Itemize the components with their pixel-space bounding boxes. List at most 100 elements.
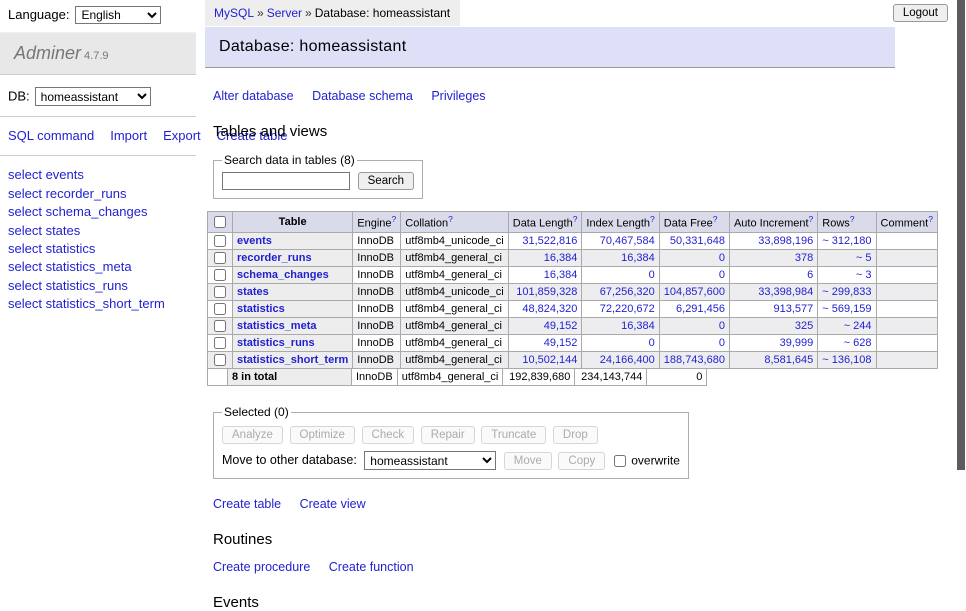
create-table-link[interactable]: Create table <box>213 497 281 511</box>
privileges-link[interactable]: Privileges <box>431 89 485 103</box>
index-length-link[interactable]: 16,384 <box>621 320 655 332</box>
index-length-link[interactable]: 67,256,320 <box>600 286 655 298</box>
sidebar-item-select-statistics[interactable]: select statistics <box>8 240 188 258</box>
rows-count-link[interactable]: ~ 136,108 <box>822 354 871 366</box>
data-free-link[interactable]: 6,291,456 <box>676 303 725 315</box>
index-length-link[interactable]: 24,166,400 <box>600 354 655 366</box>
rows-count-link[interactable]: ~ 312,180 <box>822 235 871 247</box>
table-link[interactable]: events <box>237 235 272 247</box>
auto-increment-link[interactable]: 33,898,196 <box>758 235 813 247</box>
index-length-link[interactable]: 16,384 <box>621 252 655 264</box>
row-checkbox[interactable] <box>214 303 226 315</box>
row-checkbox[interactable] <box>214 235 226 247</box>
row-checkbox[interactable] <box>214 354 226 366</box>
index-length-link[interactable]: 70,467,584 <box>600 235 655 247</box>
breadcrumb-server-link[interactable]: Server <box>267 6 302 20</box>
data-length-link[interactable]: 31,522,816 <box>522 235 577 247</box>
sidebar-item-select-statistics-meta[interactable]: select statistics_meta <box>8 258 188 276</box>
vertical-scrollbar-thumb[interactable] <box>957 0 965 470</box>
sidebar-sql-command-link[interactable]: SQL command <box>8 128 94 143</box>
data-free-link[interactable]: 0 <box>719 337 725 349</box>
data-free-link[interactable]: 0 <box>719 252 725 264</box>
index-length-link[interactable]: 0 <box>649 269 655 281</box>
help-icon[interactable]: ? <box>448 214 453 224</box>
database-schema-link[interactable]: Database schema <box>312 89 413 103</box>
move-database-select[interactable]: homeassistant <box>364 451 496 470</box>
help-icon[interactable]: ? <box>650 214 655 224</box>
sidebar-export-link[interactable]: Export <box>163 128 201 143</box>
rows-count-link[interactable]: ~ 569,159 <box>822 303 871 315</box>
breadcrumb-mysql-link[interactable]: MySQL <box>214 6 254 20</box>
sidebar-item-select-statistics-short-term[interactable]: select statistics_short_term <box>8 295 188 313</box>
db-select[interactable]: homeassistant <box>35 87 151 106</box>
rows-count-link[interactable]: ~ 244 <box>844 320 872 332</box>
auto-increment-link[interactable]: 33,398,984 <box>758 286 813 298</box>
move-button[interactable]: Move <box>504 452 552 470</box>
index-length-link[interactable]: 72,220,672 <box>600 303 655 315</box>
table-link[interactable]: statistics_meta <box>237 320 317 332</box>
rows-count-link[interactable]: ~ 3 <box>856 269 872 281</box>
help-icon[interactable]: ? <box>713 214 718 224</box>
data-free-link[interactable]: 50,331,648 <box>670 235 725 247</box>
help-icon[interactable]: ? <box>928 214 933 224</box>
help-icon[interactable]: ? <box>573 214 578 224</box>
truncate-button[interactable]: Truncate <box>481 426 546 444</box>
auto-increment-link[interactable]: 8,581,645 <box>764 354 813 366</box>
data-free-link[interactable]: 0 <box>719 269 725 281</box>
drop-button[interactable]: Drop <box>553 426 598 444</box>
table-link[interactable]: statistics_short_term <box>237 354 348 366</box>
row-checkbox[interactable] <box>214 269 226 281</box>
sidebar-item-select-events[interactable]: select events <box>8 166 188 184</box>
data-length-link[interactable]: 101,859,328 <box>516 286 577 298</box>
data-free-link[interactable]: 188,743,680 <box>664 354 725 366</box>
data-free-link[interactable]: 0 <box>719 320 725 332</box>
sidebar-item-select-recorder-runs[interactable]: select recorder_runs <box>8 185 188 203</box>
check-button[interactable]: Check <box>362 426 415 444</box>
table-link[interactable]: statistics_runs <box>237 337 315 349</box>
table-link[interactable]: statistics <box>237 303 285 315</box>
auto-increment-link[interactable]: 6 <box>807 269 813 281</box>
language-select[interactable]: English <box>75 6 161 24</box>
select-all-checkbox[interactable] <box>214 216 226 228</box>
data-free-link[interactable]: 104,857,600 <box>664 286 725 298</box>
auto-increment-link[interactable]: 325 <box>795 320 813 332</box>
sidebar-item-select-statistics-runs[interactable]: select statistics_runs <box>8 277 188 295</box>
sidebar-item-select-schema-changes[interactable]: select schema_changes <box>8 203 188 221</box>
app-version[interactable]: 4.7.9 <box>84 50 108 62</box>
table-link[interactable]: states <box>237 286 269 298</box>
data-length-link[interactable]: 16,384 <box>544 252 578 264</box>
row-checkbox[interactable] <box>214 252 226 264</box>
auto-increment-link[interactable]: 378 <box>795 252 813 264</box>
rows-count-link[interactable]: ~ 5 <box>856 252 872 264</box>
rows-count-link[interactable]: ~ 299,833 <box>822 286 871 298</box>
copy-button[interactable]: Copy <box>558 452 605 470</box>
create-procedure-link[interactable]: Create procedure <box>213 560 310 574</box>
sidebar-import-link[interactable]: Import <box>110 128 147 143</box>
auto-increment-link[interactable]: 39,999 <box>780 337 814 349</box>
create-function-link[interactable]: Create function <box>329 560 414 574</box>
app-name[interactable]: Adminer <box>14 43 81 63</box>
row-checkbox[interactable] <box>214 286 226 298</box>
optimize-button[interactable]: Optimize <box>290 426 355 444</box>
rows-count-link[interactable]: ~ 628 <box>844 337 872 349</box>
auto-increment-link[interactable]: 913,577 <box>774 303 814 315</box>
repair-button[interactable]: Repair <box>421 426 475 444</box>
table-link[interactable]: recorder_runs <box>237 252 312 264</box>
index-length-link[interactable]: 0 <box>649 337 655 349</box>
row-checkbox[interactable] <box>214 320 226 332</box>
row-checkbox[interactable] <box>214 337 226 349</box>
analyze-button[interactable]: Analyze <box>222 426 283 444</box>
data-length-link[interactable]: 48,824,320 <box>522 303 577 315</box>
search-input[interactable] <box>222 172 350 190</box>
data-length-link[interactable]: 10,502,144 <box>522 354 577 366</box>
help-icon[interactable]: ? <box>850 214 855 224</box>
overwrite-checkbox[interactable] <box>614 455 626 467</box>
create-view-link[interactable]: Create view <box>300 497 366 511</box>
data-length-link[interactable]: 49,152 <box>544 337 578 349</box>
table-link[interactable]: schema_changes <box>237 269 329 281</box>
sidebar-item-select-states[interactable]: select states <box>8 222 188 240</box>
help-icon[interactable]: ? <box>809 214 814 224</box>
data-length-link[interactable]: 16,384 <box>544 269 578 281</box>
data-length-link[interactable]: 49,152 <box>544 320 578 332</box>
help-icon[interactable]: ? <box>392 214 397 224</box>
